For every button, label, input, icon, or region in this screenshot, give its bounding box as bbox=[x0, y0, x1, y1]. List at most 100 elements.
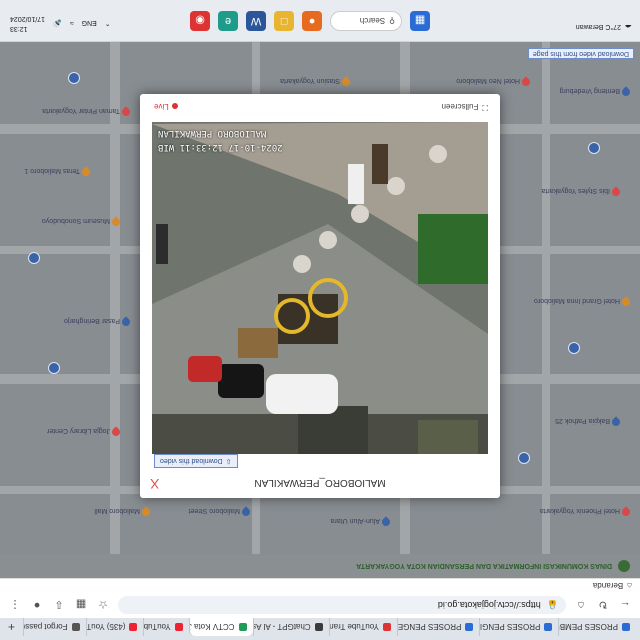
cctv-camera-icon[interactable] bbox=[48, 362, 60, 374]
map-place-label[interactable]: Taman Pintar Yogyakarta bbox=[42, 107, 120, 114]
clock-date: 17/10/2024 bbox=[10, 15, 46, 22]
tab-label: YouTube bbox=[143, 622, 171, 632]
map-page: DINAS KOMUNIKASI INFORMATIKA DAN PERSAND… bbox=[0, 42, 640, 578]
browser-tab[interactable]: ChatGPT - AI Assistant× bbox=[252, 618, 329, 636]
download-video-label: Download this video bbox=[160, 457, 223, 465]
cctv-modal: MALIOBORO_PERWAKILAN X ⇩ Download this v… bbox=[140, 94, 500, 498]
tab-label: PROSES PENGEMASAN bbox=[397, 622, 462, 632]
map-place-label[interactable]: Pasar Beringharjo bbox=[64, 317, 120, 324]
site-logo-icon bbox=[618, 560, 630, 572]
map-place-label[interactable]: Malioboro Mall bbox=[94, 507, 140, 514]
star-icon[interactable]: ☆ bbox=[96, 598, 110, 612]
cctv-camera-icon[interactable] bbox=[28, 252, 40, 264]
live-dot-icon bbox=[171, 103, 178, 110]
cctv-camera-icon[interactable] bbox=[68, 72, 80, 84]
map-pin-icon[interactable] bbox=[380, 516, 392, 528]
map-place-label[interactable]: Ibis Styles Yogyakarta bbox=[542, 187, 611, 194]
cctv-camera-icon[interactable] bbox=[518, 452, 530, 464]
map-place-label[interactable]: Stasiun Yogyakarta bbox=[280, 77, 340, 84]
map-pin-icon[interactable] bbox=[610, 186, 622, 198]
browser-tab[interactable]: PROSES PENGIRIMAN× bbox=[479, 618, 559, 636]
download-video-button[interactable]: ⇩ Download this video bbox=[154, 454, 238, 468]
edge-icon[interactable]: e bbox=[218, 11, 238, 31]
tab-favicon-icon bbox=[238, 623, 247, 631]
extensions-icon[interactable]: ▦ bbox=[74, 598, 88, 612]
tab-strip: PROSES PEMBUATAN×PROSES PENGIRIMAN×PROSE… bbox=[0, 618, 640, 640]
home-icon[interactable]: ⌂ bbox=[574, 598, 588, 612]
map-pin-icon[interactable] bbox=[240, 506, 252, 518]
file-explorer-icon[interactable]: □ bbox=[274, 11, 294, 31]
download-icon: ⇩ bbox=[225, 457, 232, 464]
cctv-video[interactable]: 2024-10-17 12:33:11 WIB MALIOBORO PERWAK… bbox=[152, 122, 488, 454]
back-icon[interactable]: ← bbox=[618, 598, 632, 612]
browser-tab[interactable]: CCTV Kota Jogja× bbox=[188, 618, 253, 636]
tab-favicon-icon bbox=[129, 623, 138, 631]
map-pin-icon[interactable] bbox=[610, 416, 622, 428]
map-pin-icon[interactable] bbox=[620, 86, 632, 98]
address-bar[interactable]: 🔒 https://cctv.jogjakota.go.id bbox=[118, 596, 566, 614]
tab-favicon-icon bbox=[622, 623, 630, 631]
map-place-label[interactable]: Teras Malioboro 1 bbox=[24, 167, 80, 174]
camera-scene bbox=[152, 122, 488, 454]
browser-tab[interactable]: PROSES PEMBUATAN× bbox=[558, 618, 636, 636]
chevron-up-icon[interactable]: ⌃ bbox=[105, 19, 111, 27]
tab-favicon-icon bbox=[465, 623, 474, 631]
menu-icon[interactable]: ⋮ bbox=[8, 598, 22, 612]
bookmark-item[interactable]: Beranda bbox=[593, 581, 623, 590]
browser-tab[interactable]: Forgot password× bbox=[23, 618, 86, 636]
browser-tab[interactable]: (435) YouTube× bbox=[85, 618, 144, 636]
browser-tab[interactable]: YouTube× bbox=[143, 618, 189, 636]
reload-icon[interactable]: ↻ bbox=[596, 598, 610, 612]
new-tab-button[interactable]: + bbox=[0, 618, 23, 636]
map-place-label[interactable]: Bakpia Pathok 25 bbox=[555, 417, 610, 424]
firefox-icon[interactable]: ● bbox=[302, 11, 322, 31]
map-place-label[interactable]: Museum Sonobudoyo bbox=[42, 217, 110, 224]
video-timestamp: 2024-10-17 12:33:11 WIB bbox=[158, 142, 283, 152]
tab-favicon-icon bbox=[382, 623, 391, 631]
map-place-label[interactable]: Benteng Vredeburg bbox=[560, 87, 620, 94]
cctv-camera-icon[interactable] bbox=[588, 142, 600, 154]
start-icon[interactable]: ▦ bbox=[410, 11, 430, 31]
bookmarks-bar: ⌂ Beranda bbox=[0, 578, 640, 592]
live-indicator: Live bbox=[154, 102, 178, 111]
search-label: Search bbox=[359, 16, 386, 26]
map-pin-icon[interactable] bbox=[340, 76, 352, 88]
browser-tab[interactable]: PROSES PENGEMASAN× bbox=[396, 618, 480, 636]
map-pin-icon[interactable] bbox=[120, 316, 132, 328]
map-place-label[interactable]: Hotel Neo Malioboro bbox=[456, 77, 520, 84]
close-button[interactable]: X bbox=[150, 476, 159, 492]
browser-tab[interactable]: YouTube Transcript× bbox=[328, 618, 397, 636]
fullscreen-button[interactable]: ⛶ Fullscreen bbox=[441, 102, 488, 113]
tab-favicon-icon bbox=[544, 623, 553, 631]
map-pin-icon[interactable] bbox=[80, 166, 92, 178]
tab-label: Forgot password bbox=[23, 622, 68, 632]
clock[interactable]: 12:33 17/10/2024 bbox=[10, 13, 45, 33]
map-pin-icon[interactable] bbox=[620, 296, 632, 308]
map-pin-icon[interactable] bbox=[140, 506, 152, 518]
fullscreen-icon: ⛶ bbox=[482, 103, 488, 112]
weather-text: 27°C Berawan bbox=[575, 23, 621, 31]
download-all-button[interactable]: Download video from this page bbox=[527, 48, 634, 59]
video-camera-id: MALIOBORO PERWAKILAN bbox=[158, 128, 267, 138]
word-icon[interactable]: W bbox=[246, 11, 266, 31]
download-icon[interactable]: ⇩ bbox=[52, 598, 66, 612]
map-pin-icon[interactable] bbox=[520, 76, 532, 88]
map-place-label[interactable]: Hotel Grand Inna Malioboro bbox=[534, 297, 620, 304]
profile-icon[interactable]: ● bbox=[30, 598, 44, 612]
map-place-label[interactable]: Malioboro Street bbox=[189, 507, 240, 514]
tab-favicon-icon bbox=[314, 623, 323, 631]
taskbar-search[interactable]: ⚲ Search bbox=[330, 11, 402, 31]
weather-widget[interactable]: ☁ 27°C Berawan bbox=[576, 23, 632, 31]
cctv-camera-icon[interactable] bbox=[568, 342, 580, 354]
language-indicator[interactable]: ENG bbox=[82, 20, 97, 27]
map-place-label[interactable]: Jogja Library Center bbox=[47, 427, 110, 434]
map-pin-icon[interactable] bbox=[120, 106, 132, 118]
chrome-icon[interactable]: ◉ bbox=[190, 11, 210, 31]
tab-label: (435) YouTube bbox=[86, 622, 126, 632]
wifi-icon[interactable]: ≈ bbox=[70, 20, 74, 27]
map-place-label[interactable]: Hotel Phoenix Yogyakarta bbox=[540, 507, 620, 514]
clock-time: 12:33 bbox=[10, 25, 28, 32]
map-pin-icon[interactable] bbox=[620, 506, 632, 518]
map-place-label[interactable]: Alun-Alun Utara bbox=[331, 517, 380, 524]
volume-icon[interactable]: 🔊 bbox=[53, 19, 62, 27]
